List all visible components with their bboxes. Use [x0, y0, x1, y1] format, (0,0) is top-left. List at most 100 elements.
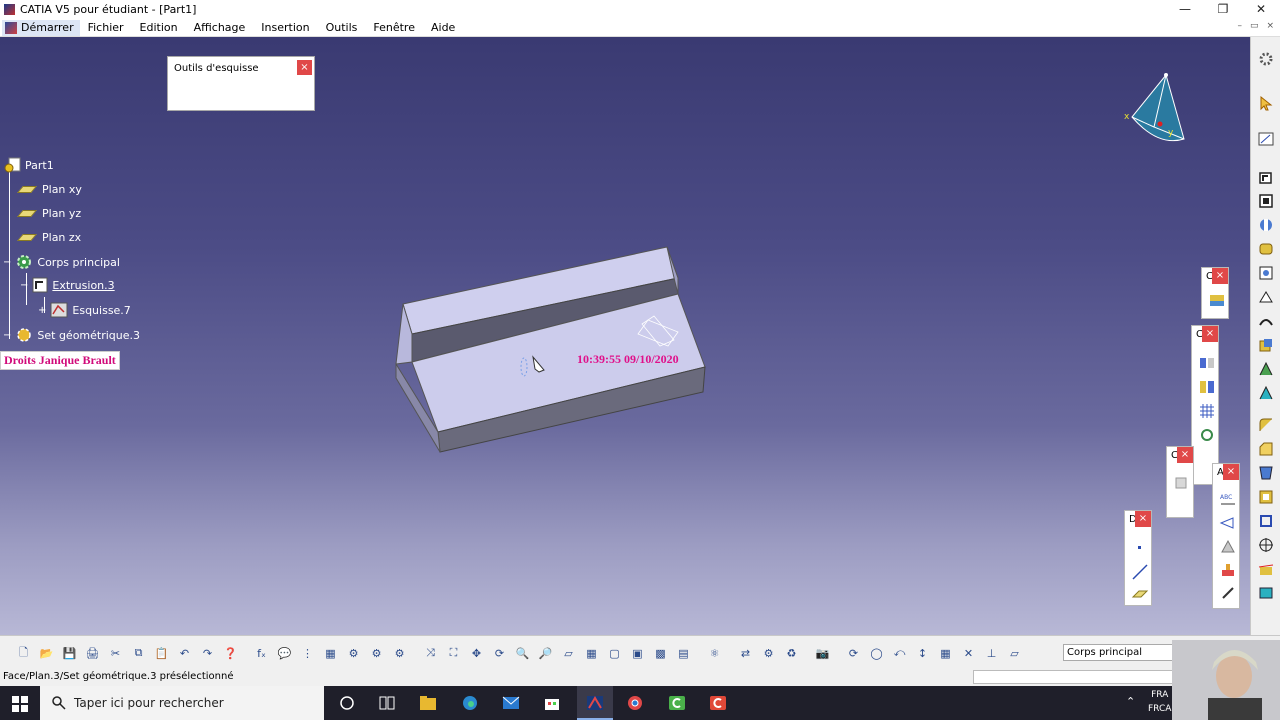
catalog-icon[interactable]: ⚙ [344, 645, 363, 661]
menu-fichier[interactable]: Fichier [80, 21, 132, 34]
minimize-button[interactable]: — [1166, 0, 1204, 19]
close-button[interactable]: ✕ [1242, 0, 1280, 19]
formula-icon[interactable]: fₓ [252, 645, 271, 661]
swap-icon[interactable]: ▤ [674, 645, 693, 661]
menu-aide[interactable]: Aide [423, 21, 463, 34]
groove-icon[interactable] [1258, 241, 1274, 257]
menu-fenetre[interactable]: Fenêtre [365, 21, 423, 34]
removed-multi-section-icon[interactable] [1258, 385, 1274, 401]
maximize-button[interactable]: ❐ [1204, 0, 1242, 19]
target-icon[interactable] [1258, 537, 1274, 553]
chamfer-icon[interactable] [1258, 441, 1274, 457]
tree-node-extrusion[interactable]: − Extrusion.3 [20, 275, 115, 295]
grid-icon[interactable]: ▦ [936, 645, 955, 661]
paste-icon[interactable]: 📋 [152, 645, 171, 661]
file-explorer-icon[interactable] [419, 695, 437, 711]
world-icon[interactable]: ◯ [867, 645, 886, 661]
comment-icon[interactable]: 💬 [275, 645, 294, 661]
tray-chevron-icon[interactable]: ⌃ [1126, 695, 1135, 708]
rotate-icon[interactable]: ⟳ [490, 645, 509, 661]
undo-icon[interactable]: ↶ [175, 645, 194, 661]
edge-fillet-icon[interactable] [1258, 417, 1274, 433]
split-icon[interactable] [1258, 561, 1274, 577]
pan-icon[interactable]: ✥ [467, 645, 486, 661]
menu-affichage[interactable]: Affichage [186, 21, 254, 34]
menu-insertion[interactable]: Insertion [253, 21, 317, 34]
redo-icon[interactable]: ↷ [198, 645, 217, 661]
multi-section-icon[interactable] [1258, 361, 1274, 377]
current-body-field[interactable]: Corps principal [1063, 644, 1173, 661]
tree-node-esquisse[interactable]: + Esquisse.7 [38, 300, 131, 320]
sketch-tools-close-button[interactable]: × [297, 60, 312, 75]
store-icon[interactable] [543, 695, 561, 711]
camtasia-red-icon[interactable] [709, 695, 727, 711]
multi-view-icon[interactable]: ▦ [582, 645, 601, 661]
zoom-in-icon[interactable]: 🔍 [513, 645, 532, 661]
thick-surface-icon[interactable] [1258, 585, 1274, 601]
toolbar-close-button[interactable]: × [1212, 268, 1228, 284]
cut-icon[interactable]: ✂ [106, 645, 125, 661]
cut-plane-icon[interactable]: ✕ [959, 645, 978, 661]
cortana-icon[interactable] [338, 695, 356, 711]
doc-minimize-icon[interactable]: – [1237, 21, 1242, 31]
tree-node-corps-principal[interactable]: − Corps principal [3, 252, 120, 272]
slot-icon[interactable] [1258, 313, 1274, 329]
constraint-icon[interactable]: ♻ [782, 645, 801, 661]
grid-pattern-icon[interactable] [1198, 402, 1216, 420]
dimension-icon[interactable]: ↕ [913, 645, 932, 661]
shell-icon[interactable] [1258, 489, 1274, 505]
toolbar-close-button[interactable]: × [1223, 464, 1239, 480]
fly-icon[interactable]: ⤨ [421, 645, 440, 661]
select-arrow-icon[interactable] [1258, 95, 1274, 111]
layers-icon[interactable] [1208, 292, 1226, 310]
annotation-text-icon[interactable]: ABC [1219, 490, 1237, 508]
language-indicator[interactable]: FRA FRCA [1148, 688, 1171, 716]
taskbar-search-box[interactable]: Taper ici pour rechercher [40, 686, 324, 720]
fit-all-icon[interactable]: ⛶ [444, 645, 463, 661]
doc-close-icon[interactable]: × [1266, 21, 1274, 31]
menu-outils[interactable]: Outils [318, 21, 366, 34]
print-icon[interactable]: 🖨 [83, 645, 102, 661]
mirror-icon[interactable] [1198, 378, 1216, 396]
chrome-icon[interactable] [626, 695, 644, 711]
collapse-icon[interactable]: − [20, 280, 28, 291]
task-view-icon[interactable] [378, 695, 396, 711]
scale-icon[interactable] [1198, 426, 1216, 444]
3d-compass[interactable]: x y [1118, 67, 1190, 157]
axis-icon[interactable]: ⤺ [890, 645, 909, 661]
pattern-icon[interactable] [1198, 354, 1216, 372]
normal-view-icon[interactable]: ▱ [559, 645, 578, 661]
3d-viewport[interactable]: Outils d'esquisse × Part1 Plan xy Plan y… [0, 37, 1250, 635]
save-icon[interactable]: 💾 [60, 645, 79, 661]
refresh-icon[interactable]: ⟳ [844, 645, 863, 661]
tree-node-plan-zx[interactable]: Plan zx [17, 227, 81, 247]
command-input[interactable] [973, 670, 1173, 684]
rib-icon[interactable] [1258, 289, 1274, 305]
expand-icon[interactable]: + [38, 305, 46, 316]
compass-icon[interactable]: ⇄ [736, 645, 755, 661]
measure-distance-icon[interactable]: ⊥ [982, 645, 1001, 661]
point-icon[interactable] [1131, 539, 1149, 557]
table-icon[interactable]: ▦ [321, 645, 340, 661]
tree-node-plan-xy[interactable]: Plan xy [17, 179, 82, 199]
line-icon[interactable] [1131, 563, 1149, 581]
draft-icon[interactable] [1258, 465, 1274, 481]
tree-node-part1[interactable]: Part1 [3, 155, 54, 175]
thickness-icon[interactable] [1258, 513, 1274, 529]
stamp-icon[interactable] [1219, 562, 1237, 580]
iso-view-icon[interactable]: ▢ [605, 645, 624, 661]
3d-annotation-icon[interactable] [1219, 538, 1237, 556]
new-icon[interactable]: 🗋 [14, 645, 33, 661]
copy-icon[interactable]: ⧉ [129, 645, 148, 661]
hide-show-icon[interactable]: ▩ [651, 645, 670, 661]
sketch-icon[interactable] [1258, 131, 1274, 147]
knowledge-icon[interactable]: ⋮ [298, 645, 317, 661]
analysis-icon[interactable]: ⚙ [390, 645, 409, 661]
tree-node-set-geometrique[interactable]: − Set géométrique.3 [3, 325, 140, 345]
windows-start-icon[interactable] [12, 696, 28, 712]
pad-icon[interactable] [1258, 169, 1274, 185]
tool-icon[interactable] [1219, 584, 1237, 602]
start-menu[interactable]: Démarrer [2, 19, 80, 36]
tree-node-plan-yz[interactable]: Plan yz [17, 203, 81, 223]
edge-browser-icon[interactable] [461, 695, 479, 711]
